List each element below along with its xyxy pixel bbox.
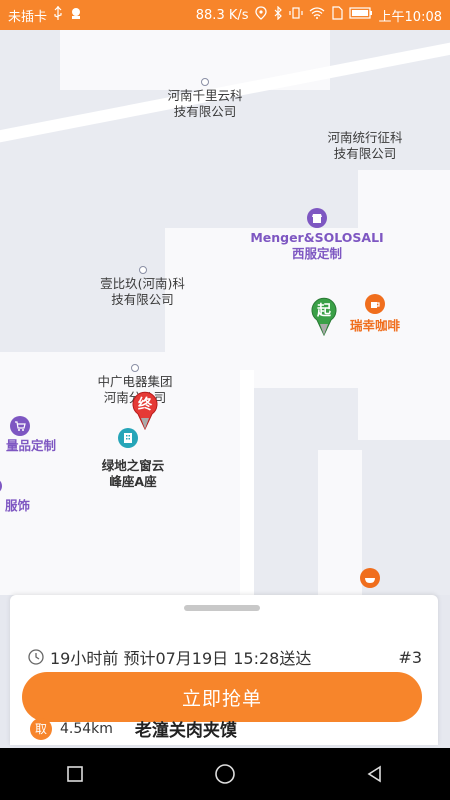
pickup-row: 取 4.54km 老潼关肉夹馍 xyxy=(30,716,237,741)
map-road xyxy=(240,370,254,595)
poi-label: 壹比玖(河南)科 技有限公司 xyxy=(100,276,185,307)
poi-label: 服饰 xyxy=(4,498,30,513)
location-icon xyxy=(254,6,267,24)
poi-lvdi[interactable]: 绿地之窗云 峰座A座 xyxy=(88,428,178,490)
wifi-icon xyxy=(309,7,325,23)
start-pin-label: 起 xyxy=(317,303,331,319)
battery-icon xyxy=(348,7,373,23)
poi-label: 河南千里云科 技有限公司 xyxy=(167,88,243,119)
end-pin-label: 终 xyxy=(138,397,152,413)
pickup-distance: 4.54km xyxy=(60,720,113,737)
notification-icon xyxy=(69,6,83,24)
clock-icon xyxy=(28,649,44,665)
drag-handle[interactable] xyxy=(184,605,260,611)
poi-label: Menger&SOLOSALI 西服定制 xyxy=(250,230,384,261)
poi-yibijiu[interactable]: 壹比玖(河南)科 技有限公司 xyxy=(80,266,205,308)
pickup-badge: 取 xyxy=(30,717,52,740)
poi-fushi[interactable]: 服饰 xyxy=(0,478,30,514)
status-bar: 未插卡 88.3 K/s 上午10:08 xyxy=(0,0,450,30)
food-icon[interactable] xyxy=(360,568,380,588)
start-pin-icon[interactable]: 起 xyxy=(309,296,339,337)
shop-icon xyxy=(307,208,327,228)
building-icon xyxy=(118,428,138,448)
grab-order-button[interactable]: 立即抢单 xyxy=(22,672,422,722)
poi-liangpin[interactable]: 量品定制 xyxy=(0,416,56,454)
poi-label: 量品定制 xyxy=(5,438,56,453)
clock-time: 上午10:08 xyxy=(378,9,442,25)
usb-icon xyxy=(53,6,63,24)
order-number: #3 xyxy=(398,647,422,667)
poi-qianliyun[interactable]: 河南千里云科 技有限公司 xyxy=(150,78,260,120)
map-block xyxy=(318,450,362,595)
home-button[interactable] xyxy=(205,754,245,794)
cart-icon xyxy=(10,416,30,436)
poi-label: 瑞幸咖啡 xyxy=(349,318,400,333)
order-time-row: 19小时前 预计07月19日 15:28送达 #3 xyxy=(28,645,422,669)
end-pin-icon[interactable]: 终 xyxy=(130,390,160,431)
map-view[interactable]: 河南千里云科 技有限公司 河南统行征科 技有限公司 Menger&SOLOSAL… xyxy=(0,30,450,595)
back-button[interactable] xyxy=(355,754,395,794)
sim-icon xyxy=(331,6,343,24)
poi-tongxing[interactable]: 河南统行征科 技有限公司 xyxy=(310,130,420,162)
poi-menger[interactable]: Menger&SOLOSALI 西服定制 xyxy=(232,208,402,262)
carrier-text: 未插卡 xyxy=(8,9,48,25)
recents-button[interactable] xyxy=(55,754,95,794)
bluetooth-icon xyxy=(273,5,283,24)
coffee-icon xyxy=(365,294,385,314)
network-speed: 88.3 K/s xyxy=(195,7,249,23)
order-time-text: 19小时前 预计07月19日 15:28送达 xyxy=(50,649,312,668)
poi-luckin[interactable]: 瑞幸咖啡 xyxy=(335,294,415,334)
vibrate-icon xyxy=(288,6,303,24)
system-nav-bar xyxy=(0,748,450,800)
poi-label: 绿地之窗云 峰座A座 xyxy=(101,458,165,489)
poi-label: 河南统行征科 技有限公司 xyxy=(327,130,403,161)
clothes-icon xyxy=(0,478,2,494)
pickup-store-name: 老潼关肉夹馍 xyxy=(134,721,237,741)
